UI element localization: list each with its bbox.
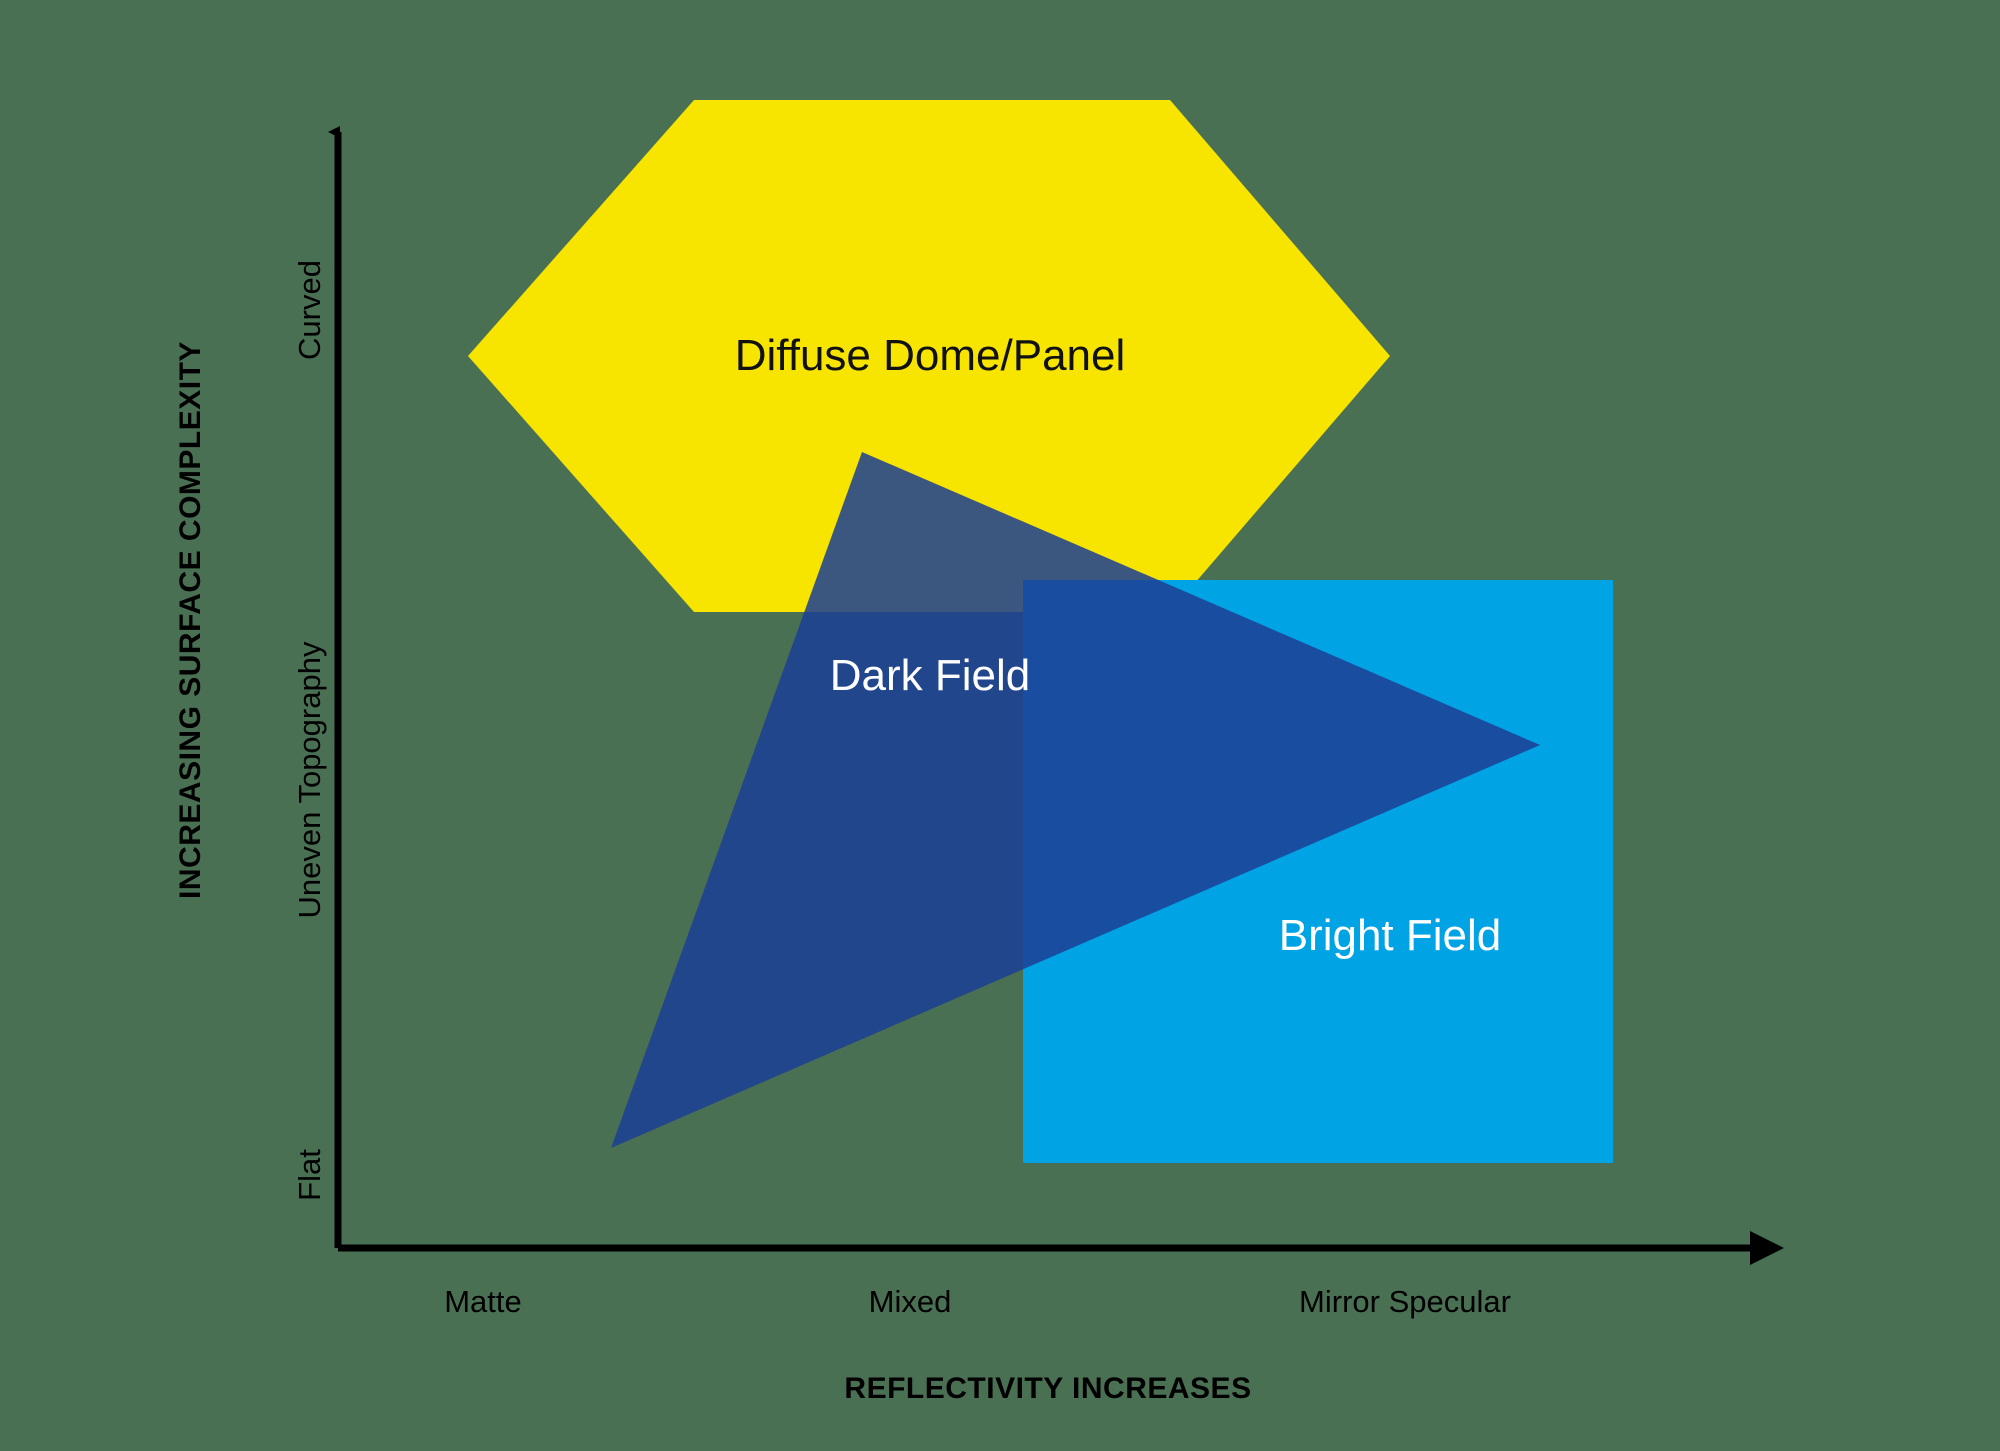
- y-tick-flat: Flat: [292, 1149, 327, 1201]
- x-axis-arrowhead: [1750, 1231, 1784, 1265]
- x-tick-matte: Matte: [444, 1284, 522, 1319]
- x-axis-title: REFLECTIVITY INCREASES: [844, 1372, 1251, 1405]
- y-axis-title: INCREASING SURFACE COMPLEXITY: [174, 341, 207, 899]
- region-shapes: [468, 100, 1613, 1163]
- surface-complexity-vs-reflectivity-chart: Diffuse Dome/Panel Dark Field Bright Fie…: [174, 100, 1784, 1405]
- x-tick-mirror-specular: Mirror Specular: [1299, 1284, 1511, 1319]
- label-diffuse-dome-panel: Diffuse Dome/Panel: [735, 331, 1126, 380]
- label-bright-field: Bright Field: [1279, 911, 1502, 960]
- y-tick-curved: Curved: [292, 260, 327, 360]
- label-dark-field: Dark Field: [830, 651, 1031, 700]
- x-tick-mixed: Mixed: [869, 1284, 952, 1319]
- x-tick-labels: Matte Mixed Mirror Specular: [444, 1284, 1511, 1319]
- chart-canvas: Diffuse Dome/Panel Dark Field Bright Fie…: [0, 0, 2000, 1451]
- y-tick-uneven-topography: Uneven Topography: [292, 641, 327, 918]
- y-tick-labels: Curved Uneven Topography Flat: [292, 260, 327, 1201]
